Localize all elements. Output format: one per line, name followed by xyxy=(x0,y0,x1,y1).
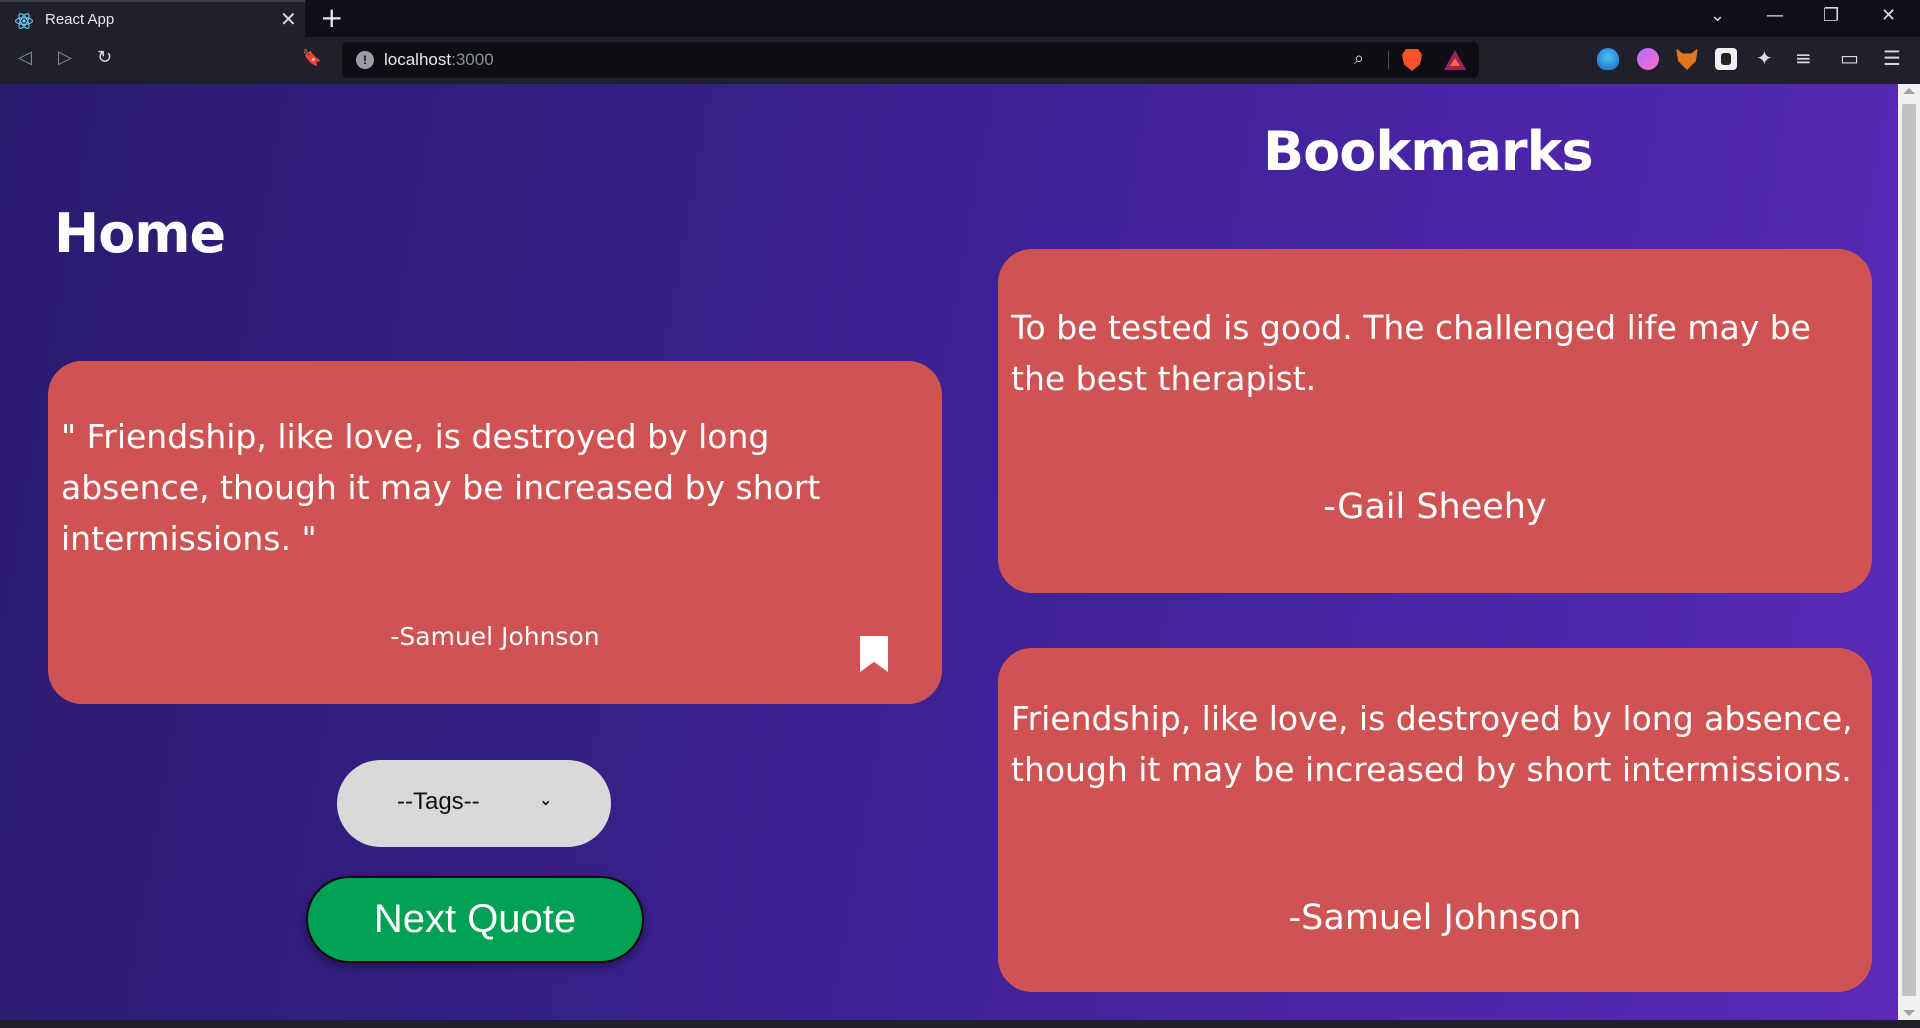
tab-close-icon[interactable]: ✕ xyxy=(280,9,297,29)
bookmark-quote-text: To be tested is good. The challenged lif… xyxy=(1011,308,1811,398)
tab-search-dropdown-icon[interactable]: ⌄ xyxy=(1710,6,1725,26)
reload-button[interactable]: ↻ xyxy=(97,47,112,69)
current-quote-card: " Friendship, like love, is destroyed by… xyxy=(48,361,942,704)
current-quote-author: -Samuel Johnson xyxy=(390,622,600,651)
bookmark-quote-author: -Gail Sheehy xyxy=(1323,487,1547,527)
wallet-icon[interactable]: ▭ xyxy=(1840,46,1859,70)
react-favicon-icon xyxy=(15,13,33,29)
bookmark-card: To be tested is good. The challenged lif… xyxy=(998,249,1872,593)
forward-button[interactable]: ▷ xyxy=(58,47,72,69)
tab-title: React App xyxy=(45,11,115,28)
menu-icon[interactable]: ☰ xyxy=(1883,46,1901,70)
bookmark-icon[interactable] xyxy=(860,636,888,672)
scroll-up-arrow-icon[interactable] xyxy=(1903,88,1915,94)
metamask-fox-icon[interactable] xyxy=(1676,48,1698,70)
bookmark-page-icon[interactable]: 🔖 xyxy=(302,47,322,69)
tags-select[interactable]: --Tags-- ⌄ xyxy=(337,760,611,847)
url-host: localhost xyxy=(384,50,452,69)
tags-select-value: --Tags-- xyxy=(397,788,480,815)
app-viewport: Home " Friendship, like love, is destroy… xyxy=(0,84,1898,1020)
close-window-button[interactable]: ✕ xyxy=(1881,6,1896,26)
bookmark-card: Friendship, like love, is destroyed by l… xyxy=(998,648,1872,992)
restore-button[interactable]: ❐ xyxy=(1823,6,1839,26)
url-text[interactable]: localhost:3000 xyxy=(384,50,494,70)
bookmark-quote-author: -Samuel Johnson xyxy=(1288,898,1582,938)
zoom-icon[interactable]: ⌕ xyxy=(1354,48,1364,69)
scroll-down-arrow-icon[interactable] xyxy=(1903,1010,1915,1016)
site-info-icon[interactable]: ! xyxy=(356,51,374,69)
next-quote-button[interactable]: Next Quote xyxy=(306,876,644,963)
media-playlist-icon[interactable]: ≡ xyxy=(1795,46,1812,70)
home-title: Home xyxy=(54,202,226,265)
page-scrollbar[interactable] xyxy=(1898,84,1920,1020)
tab-strip: React App ✕ + ⌄ — ❐ ✕ xyxy=(0,0,1920,37)
bottom-edge xyxy=(0,1020,1920,1028)
current-quote-text: " Friendship, like love, is destroyed by… xyxy=(61,417,821,558)
bookmarks-title: Bookmarks xyxy=(1263,120,1594,183)
scrollbar-thumb[interactable] xyxy=(1902,104,1916,996)
omnibox-divider xyxy=(1388,51,1389,69)
bookmark-quote-text: Friendship, like love, is destroyed by l… xyxy=(1011,699,1853,789)
browser-toolbar: ◁ ▷ ↻ 🔖 ! localhost:3000 ⌕ ✦ ≡ ▭ ☰ xyxy=(0,37,1920,84)
url-port: :3000 xyxy=(451,50,494,69)
crystal-extension-icon[interactable] xyxy=(1597,48,1619,70)
gradient-extension-icon[interactable] xyxy=(1637,48,1659,70)
minimize-button[interactable]: — xyxy=(1766,6,1784,26)
avatar-extension-icon[interactable] xyxy=(1715,48,1737,70)
address-bar[interactable]: ! localhost:3000 ⌕ xyxy=(342,42,1479,78)
puzzle-extensions-icon[interactable]: ✦ xyxy=(1756,46,1773,70)
brave-shields-icon[interactable] xyxy=(1402,49,1422,71)
chevron-down-icon: ⌄ xyxy=(539,790,553,809)
new-tab-button[interactable]: + xyxy=(320,3,343,33)
brave-rewards-icon[interactable] xyxy=(1444,50,1466,70)
tab-react-app[interactable]: React App ✕ xyxy=(0,0,305,37)
back-button[interactable]: ◁ xyxy=(18,47,32,69)
